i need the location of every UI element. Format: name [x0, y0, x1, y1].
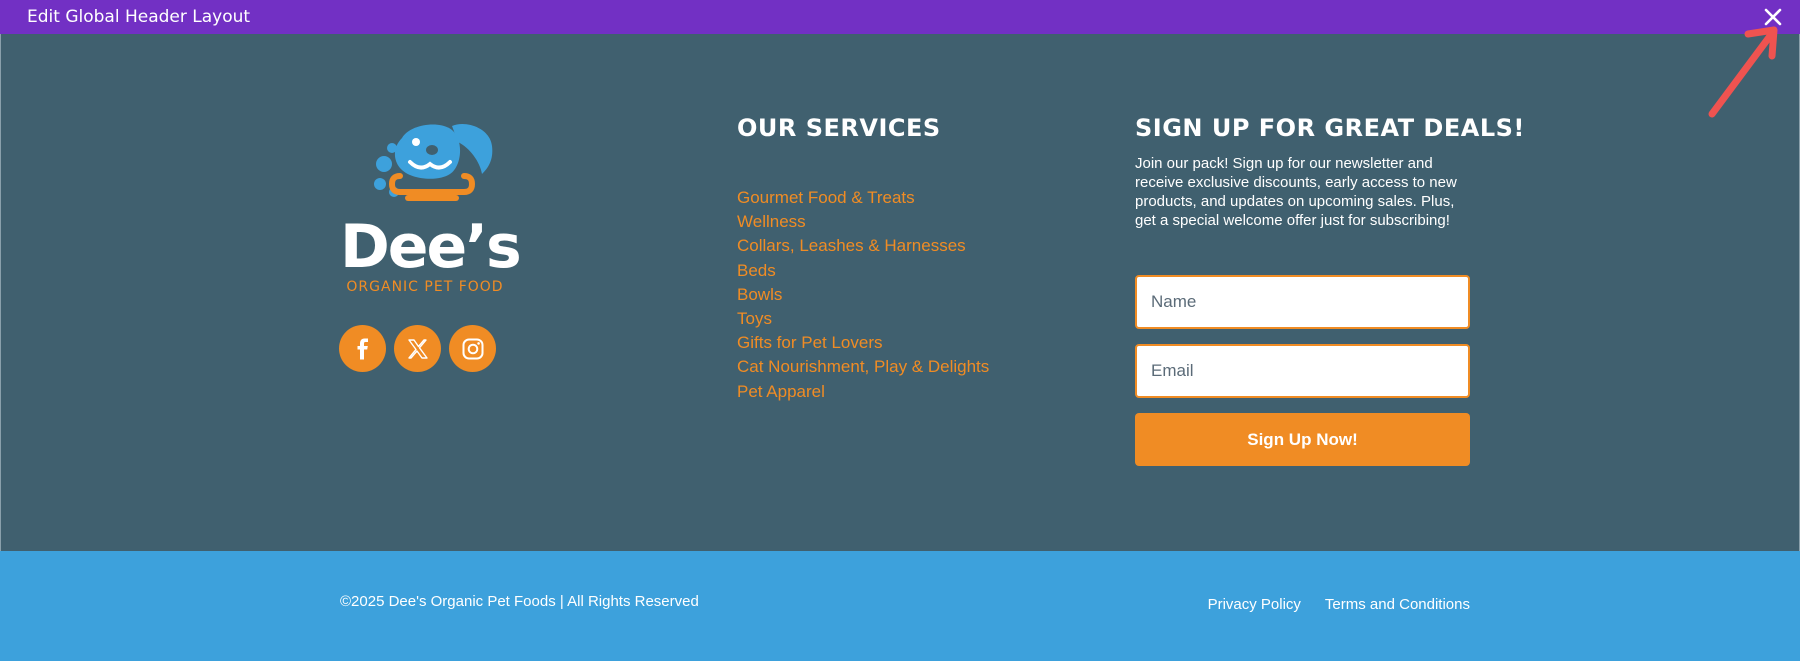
instagram-icon — [462, 338, 483, 359]
email-input[interactable] — [1135, 344, 1470, 398]
services-list: Gourmet Food & Treats Wellness Collars, … — [737, 186, 989, 404]
brand-logo[interactable]: Dee’s ORGANIC PET FOOD — [340, 118, 522, 298]
service-link-beds[interactable]: Beds — [737, 259, 989, 283]
footer-bottom-bar: ©2025 Dee's Organic Pet Foods | All Righ… — [0, 551, 1800, 661]
signup-title: Sign Up for Great Deals! — [1135, 114, 1525, 142]
service-link-gifts[interactable]: Gifts for Pet Lovers — [737, 331, 989, 355]
service-link-gourmet-food[interactable]: Gourmet Food & Treats — [737, 186, 989, 210]
privacy-policy-link[interactable]: Privacy Policy — [1208, 596, 1301, 613]
facebook-link[interactable] — [339, 325, 386, 372]
service-link-cat[interactable]: Cat Nourishment, Play & Delights — [737, 355, 989, 379]
service-link-bowls[interactable]: Bowls — [737, 283, 989, 307]
close-button[interactable] — [1760, 4, 1786, 30]
editor-title: Edit Global Header Layout — [27, 7, 251, 27]
brand-wordmark: Dee’s — [340, 212, 522, 282]
x-icon — [407, 338, 428, 359]
signup-description: Join our pack! Sign up for our newslette… — [1135, 155, 1457, 229]
editor-top-bar: Edit Global Header Layout — [0, 0, 1800, 34]
service-link-collars[interactable]: Collars, Leashes & Harnesses — [737, 234, 989, 258]
brand-tagline: ORGANIC PET FOOD — [346, 279, 504, 295]
instagram-link[interactable] — [449, 325, 496, 372]
facebook-icon — [357, 338, 368, 359]
social-links — [339, 325, 496, 372]
legal-links: Privacy Policy Terms and Conditions — [1208, 596, 1470, 613]
name-input[interactable] — [1135, 275, 1470, 329]
service-link-toys[interactable]: Toys — [737, 307, 989, 331]
copyright-text: ©2025 Dee's Organic Pet Foods | All Righ… — [340, 593, 699, 610]
signup-button[interactable]: Sign Up Now! — [1135, 413, 1470, 466]
services-title: Our Services — [737, 114, 941, 142]
x-link[interactable] — [394, 325, 441, 372]
service-link-wellness[interactable]: Wellness — [737, 210, 989, 234]
close-icon — [1764, 8, 1782, 26]
service-link-apparel[interactable]: Pet Apparel — [737, 380, 989, 404]
terms-link[interactable]: Terms and Conditions — [1325, 596, 1470, 613]
dog-face-bone-icon — [374, 124, 493, 201]
